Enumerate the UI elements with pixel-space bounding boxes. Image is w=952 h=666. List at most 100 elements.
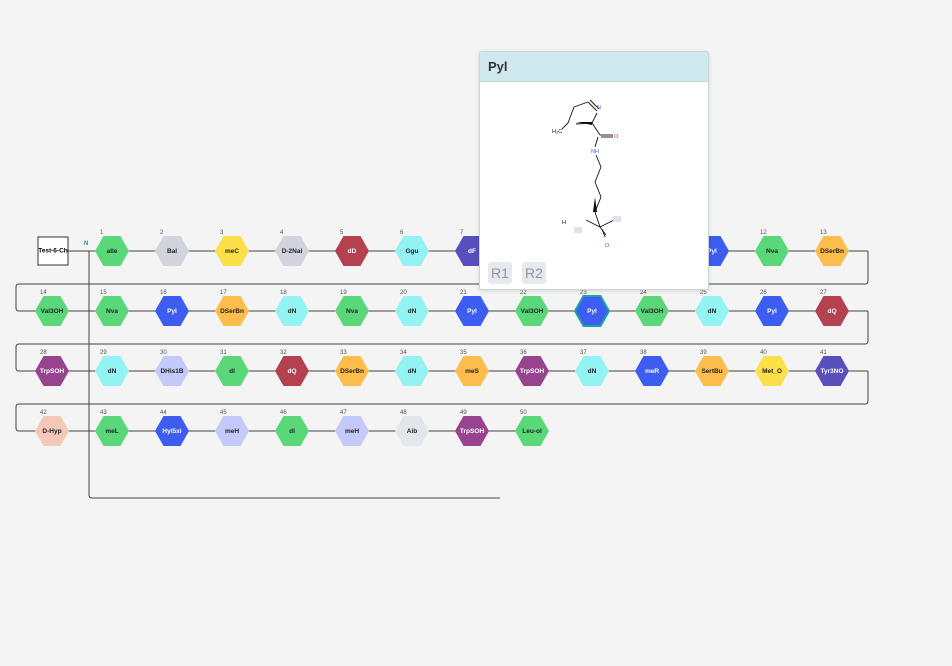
monomer-48[interactable]: 48 Aib [395, 410, 429, 446]
monomer-label: dI [229, 368, 235, 375]
monomer-index: 41 [820, 350, 827, 356]
monomer-index: 13 [820, 230, 827, 236]
r2-attachment-point: R2 [522, 262, 546, 284]
monomer-26[interactable]: 26 Pyl [755, 290, 789, 326]
monomer-44[interactable]: 44 Hyl5xi [155, 410, 189, 446]
monomer-30[interactable]: 30 DHis1B [155, 350, 189, 386]
monomer-27[interactable]: 27 dQ [815, 290, 849, 326]
monomer-2[interactable]: 2 Bal [155, 230, 189, 266]
popup-title: Pyl [488, 59, 508, 74]
monomer-label: meH [225, 428, 239, 435]
monomer-32[interactable]: 32 dQ [275, 350, 309, 386]
monomer-label: Pyl [767, 308, 777, 315]
monomer-label: Nva [766, 248, 778, 255]
monomer-31[interactable]: 31 dI [215, 350, 249, 386]
monomer-41[interactable]: 41 Tyr3NO [815, 350, 849, 386]
monomer-index: 43 [100, 410, 107, 416]
monomer-50[interactable]: 50 Leu-ol [515, 410, 549, 446]
monomer-label: Nva [106, 308, 118, 315]
monomer-label: D-Hyp [42, 428, 61, 435]
monomer-label: dN [288, 308, 297, 315]
chain-label-box[interactable]: Test-6-Ch [37, 236, 69, 266]
monomer-label: dI [289, 428, 295, 435]
monomer-label: TrpSOH [520, 368, 545, 375]
monomer-label: Val3OH [41, 308, 64, 315]
monomer-18[interactable]: 18 dN [275, 290, 309, 326]
monomer-47[interactable]: 47 meH [335, 410, 369, 446]
monomer-label: aIle [107, 248, 118, 255]
monomer-index: 46 [280, 410, 287, 416]
monomer-index: 49 [460, 410, 467, 416]
monomer-5[interactable]: 5 dD [335, 230, 369, 266]
monomer-33[interactable]: 33 DSerBn [335, 350, 369, 386]
monomer-24[interactable]: 24 Val3OH [635, 290, 669, 326]
monomer-17[interactable]: 17 DSerBn [215, 290, 249, 326]
monomer-index: 21 [460, 290, 467, 296]
monomer-label: Pyl [467, 308, 477, 315]
sequence-canvas[interactable]: Test-6-Ch N 1 aIle 2 Bal 3 meC 4 D-2Nal 5 dD 6 Ggu 7… [0, 0, 952, 666]
monomer-22[interactable]: 22 Val3OH [515, 290, 549, 326]
monomer-label: DSerBn [220, 308, 244, 315]
monomer-46[interactable]: 46 dI [275, 410, 309, 446]
monomer-28[interactable]: 28 TrpSOH [35, 350, 69, 386]
monomer-15[interactable]: 15 Nva [95, 290, 129, 326]
monomer-label: Bal [167, 248, 177, 255]
monomer-34[interactable]: 34 dN [395, 350, 429, 386]
monomer-index: 50 [520, 410, 527, 416]
monomer-40[interactable]: 40 Met_O [755, 350, 789, 386]
monomer-16[interactable]: 16 Pyl [155, 290, 189, 326]
monomer-13[interactable]: 13 DSerBn [815, 230, 849, 266]
monomer-hexagons[interactable]: 1aIle2Bal3meC4D-2Nal5dD6Ggu7dF891011Pyl1… [35, 230, 849, 446]
monomer-label: dQ [287, 368, 296, 375]
monomer-label: SertBu [701, 368, 722, 375]
monomer-12[interactable]: 12 Nva [755, 230, 789, 266]
monomer-25[interactable]: 25 dN [695, 290, 729, 326]
monomer-index: 45 [220, 410, 227, 416]
atom-h3c: H₃C [552, 129, 562, 135]
monomer-index: 28 [40, 350, 47, 356]
monomer-4[interactable]: 4 D-2Nal [275, 230, 309, 266]
monomer-index: 38 [640, 350, 647, 356]
monomer-index: 12 [760, 230, 767, 236]
row-wrap-connector [15, 251, 869, 312]
monomer-label: meH [345, 428, 359, 435]
monomer-index: 31 [220, 350, 227, 356]
monomer-35[interactable]: 35 meS [455, 350, 489, 386]
atom-nh: NH [591, 149, 599, 155]
monomer-label: dN [408, 308, 417, 315]
n-terminal-label: N [84, 241, 88, 247]
monomer-index: 42 [40, 410, 47, 416]
monomer-index: 47 [340, 410, 347, 416]
monomer-label: dN [708, 308, 717, 315]
monomer-label: dN [408, 368, 417, 375]
monomer-label: Leu-ol [522, 428, 542, 435]
monomer-index: 35 [460, 350, 467, 356]
monomer-index: 7 [460, 230, 464, 236]
monomer-42[interactable]: 42 D-Hyp [35, 410, 69, 446]
monomer-36[interactable]: 36 TrpSOH [515, 350, 549, 386]
monomer-43[interactable]: 43 meL [95, 410, 129, 446]
monomer-23[interactable]: 23Pyl [573, 290, 611, 327]
monomer-6[interactable]: 6 Ggu [395, 230, 429, 266]
monomer-index: 36 [520, 350, 527, 356]
monomer-14[interactable]: 14 Val3OH [35, 290, 69, 326]
monomer-39[interactable]: 39 SertBu [695, 350, 729, 386]
monomer-20[interactable]: 20 dN [395, 290, 429, 326]
monomer-index: 1 [100, 230, 104, 236]
row-wrap-connector [15, 311, 869, 372]
monomer-38[interactable]: 38 meR [635, 350, 669, 386]
monomer-label: D-2Nal [282, 248, 303, 255]
monomer-45[interactable]: 45 meH [215, 410, 249, 446]
monomer-label: dN [588, 368, 597, 375]
monomer-3[interactable]: 3 meC [215, 230, 249, 266]
monomer-label: Aib [407, 428, 418, 435]
monomer-1[interactable]: 1 aIle [95, 230, 129, 266]
monomer-21[interactable]: 21 Pyl [455, 290, 489, 326]
monomer-label: dQ [827, 308, 836, 315]
monomer-37[interactable]: 37 dN [575, 350, 609, 386]
monomer-29[interactable]: 29 dN [95, 350, 129, 386]
monomer-19[interactable]: 19 Nva [335, 290, 369, 326]
popup-header: Pyl [480, 52, 708, 82]
popup-body: N H₃C O NH H O R1 R2 [480, 82, 708, 289]
monomer-49[interactable]: 49 TrpSOH [455, 410, 489, 446]
